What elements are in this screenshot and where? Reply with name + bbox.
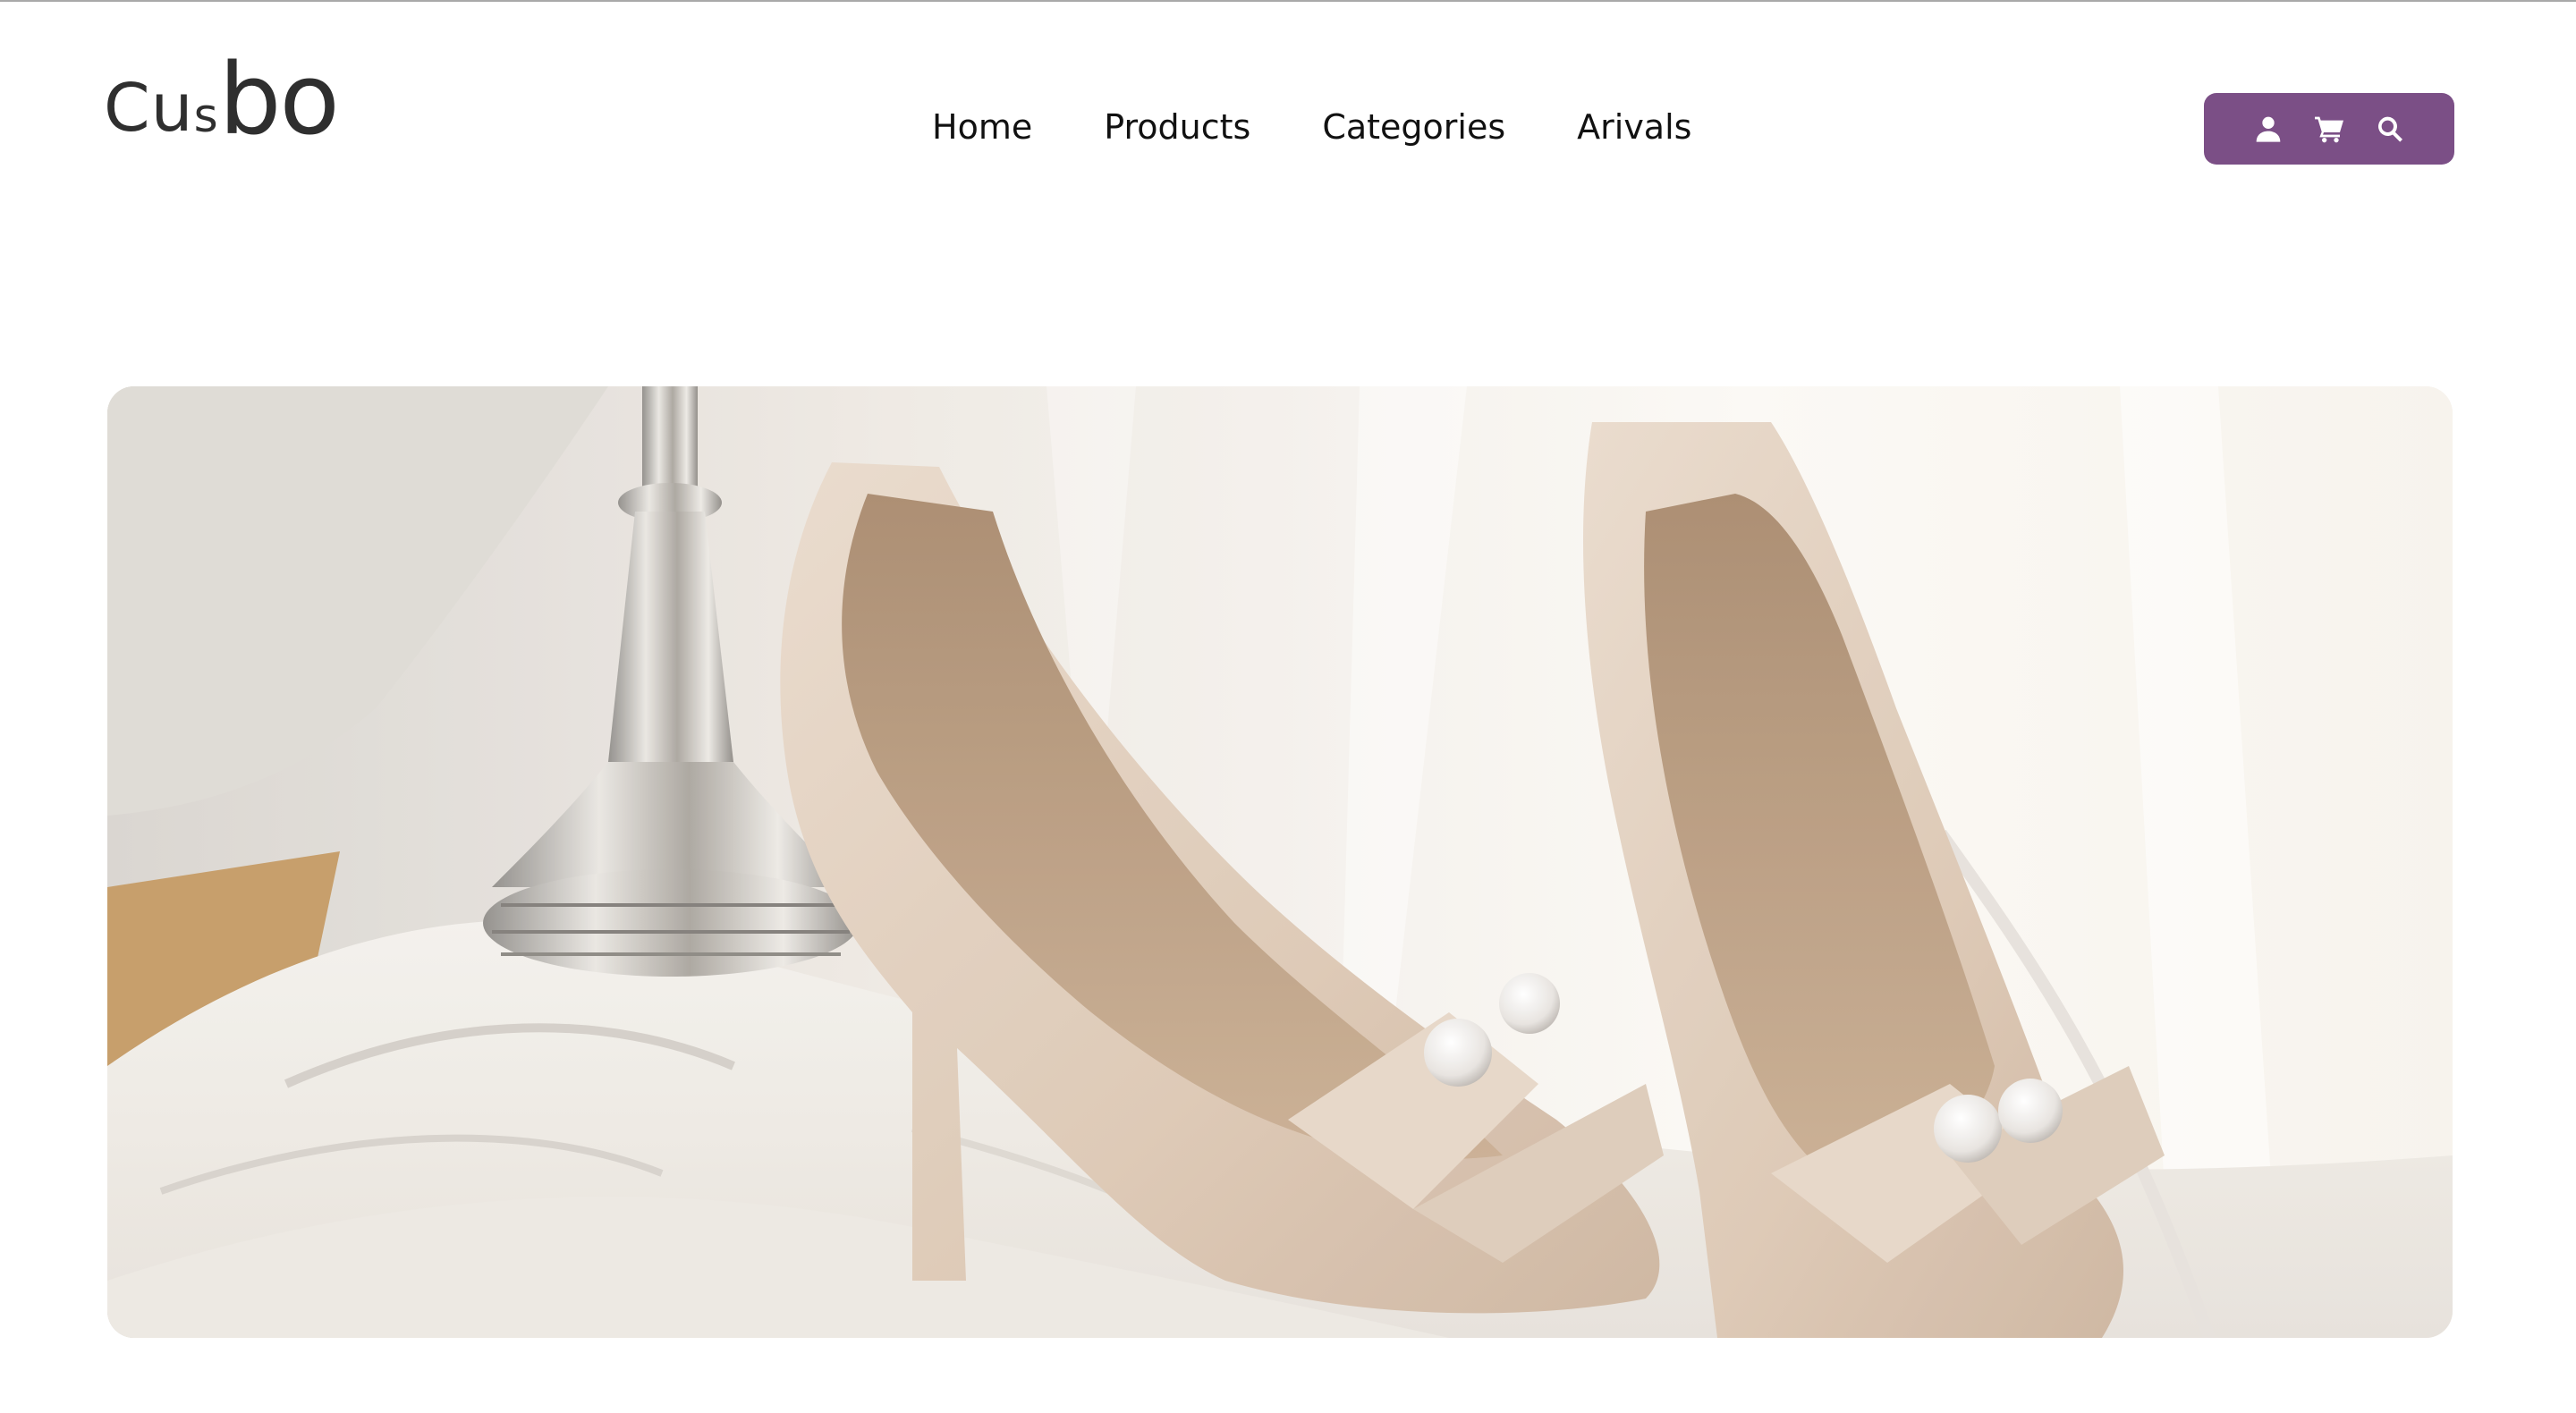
search-button[interactable] [2374, 113, 2406, 145]
cart-icon [2315, 116, 2343, 143]
logo-text-cu: Cu [104, 70, 194, 147]
nav-item-home[interactable]: Home [932, 107, 1032, 147]
header-actions [2204, 93, 2454, 165]
logo-text-s: s [193, 89, 219, 143]
main-nav: Home Products Categories Arivals [932, 107, 1691, 147]
logo[interactable]: Cu s bo [104, 42, 340, 157]
account-button[interactable] [2252, 113, 2284, 145]
user-icon [2256, 116, 2281, 142]
nav-item-arivals[interactable]: Arivals [1577, 107, 1691, 147]
search-icon [2378, 116, 2402, 142]
high-heels-photo [107, 386, 2453, 1338]
page: Cu s bo Home Products Categories Arivals [0, 0, 2576, 1413]
logo-text-bo: bo [218, 42, 340, 157]
site-header: Cu s bo Home Products Categories Arivals [0, 2, 2576, 216]
cart-button[interactable] [2313, 113, 2345, 145]
nav-item-categories[interactable]: Categories [1322, 107, 1505, 147]
hero-banner-image [107, 386, 2453, 1338]
nav-item-products[interactable]: Products [1104, 107, 1250, 147]
